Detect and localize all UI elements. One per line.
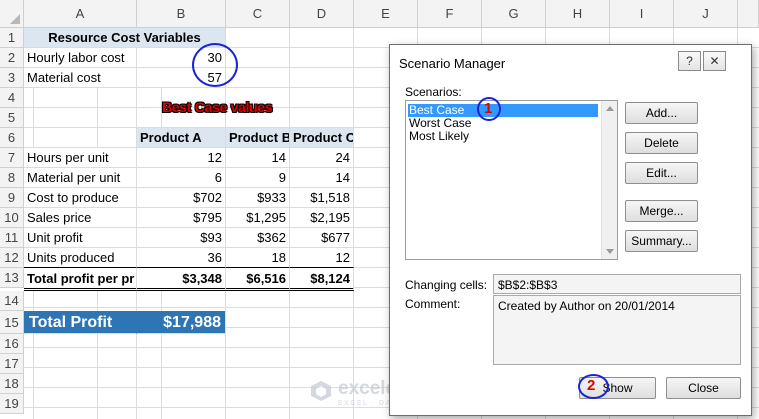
row-header-15[interactable]: 15 (0, 311, 24, 334)
row-header-11[interactable]: 11 (0, 228, 24, 248)
table-row-label[interactable]: Hours per unit (24, 148, 137, 168)
changing-cells-label: Changing cells: (405, 278, 488, 292)
table-row-label[interactable]: Units produced (24, 248, 137, 268)
table-cell[interactable]: $93 (137, 228, 226, 248)
column-header-c[interactable]: C (226, 0, 290, 28)
annotation-ring-values (192, 43, 238, 87)
close-button[interactable]: Close (666, 377, 741, 399)
row-header-8[interactable]: 8 (0, 168, 24, 188)
cell-a2[interactable]: Hourly labor cost (24, 48, 137, 68)
comment-label: Comment: (405, 297, 461, 311)
table-row-label[interactable]: Unit profit (24, 228, 137, 248)
column-header-e[interactable]: E (354, 0, 418, 28)
table-row-label[interactable]: Cost to produce (24, 188, 137, 208)
table-cell[interactable]: $2,195 (290, 208, 354, 228)
table-cell[interactable]: $702 (137, 188, 226, 208)
row-header-5[interactable]: 5 (0, 108, 24, 128)
row-header-9[interactable]: 9 (0, 188, 24, 208)
total-profit-label[interactable]: Total Profit (24, 311, 137, 334)
row-header-14[interactable]: 14 (0, 291, 24, 311)
table-cell[interactable]: $677 (290, 228, 354, 248)
table-cell[interactable]: $795 (137, 208, 226, 228)
table-row-label[interactable]: Total profit per pr (24, 268, 137, 291)
column-header-f[interactable]: F (418, 0, 482, 28)
best-case-banner: Best Case values (162, 99, 273, 115)
table-cell[interactable]: $362 (226, 228, 290, 248)
product-a-header[interactable]: Product A (137, 128, 226, 148)
column-header-b[interactable]: B (137, 0, 226, 28)
table-cell[interactable]: $8,124 (290, 268, 354, 291)
close-icon[interactable]: ✕ (703, 51, 726, 71)
annotation-step-2: 2 (587, 377, 596, 394)
row-header-1[interactable]: 1 (0, 28, 24, 48)
exceldemy-logo-icon (311, 381, 331, 401)
row-header-6[interactable]: 6 (0, 128, 24, 148)
table-row-label[interactable]: Material per unit (24, 168, 137, 188)
column-header-d[interactable]: D (290, 0, 354, 28)
row-header-13[interactable]: 13 (0, 268, 24, 288)
cell-a3[interactable]: Material cost (24, 68, 137, 88)
table-cell[interactable]: 12 (137, 148, 226, 168)
changing-cells-field: $B$2:$B$3 (493, 274, 741, 294)
select-all-corner[interactable] (0, 0, 24, 28)
column-header-h[interactable]: H (546, 0, 610, 28)
delete-button[interactable]: Delete (625, 132, 698, 154)
table-cell[interactable]: 9 (226, 168, 290, 188)
table-cell[interactable]: $3,348 (137, 268, 226, 291)
table-cell[interactable]: $1,518 (290, 188, 354, 208)
column-header-g[interactable]: G (482, 0, 546, 28)
table-cell[interactable]: 18 (226, 248, 290, 268)
row-header-10[interactable]: 10 (0, 208, 24, 228)
product-c-header[interactable]: Product C (290, 128, 354, 148)
table-cell[interactable]: 24 (290, 148, 354, 168)
table-cell[interactable]: $933 (226, 188, 290, 208)
row-header-4[interactable]: 4 (0, 88, 24, 108)
table-cell[interactable]: $6,516 (226, 268, 290, 291)
help-button[interactable]: ? (678, 51, 701, 71)
annotation-step-1: 1 (484, 100, 493, 117)
table-cell[interactable]: 14 (290, 168, 354, 188)
scenarios-listbox[interactable]: Best Case Worst Case Most Likely (405, 100, 618, 260)
table-cell[interactable]: $1,295 (226, 208, 290, 228)
column-header-i[interactable]: I (610, 0, 674, 28)
dialog-title: Scenario Manager (399, 56, 506, 71)
merge-button[interactable]: Merge... (625, 200, 698, 222)
row-header-18[interactable]: 18 (0, 374, 24, 394)
comment-field: Created by Author on 20/01/2014 (493, 295, 741, 365)
product-b-header[interactable]: Product B (226, 128, 290, 148)
row-header-7[interactable]: 7 (0, 148, 24, 168)
row-header-3[interactable]: 3 (0, 68, 24, 88)
column-header-j[interactable]: J (674, 0, 738, 28)
list-item-most-likely[interactable]: Most Likely (408, 130, 469, 143)
table-cell[interactable]: 6 (137, 168, 226, 188)
add-button[interactable]: Add... (625, 102, 698, 124)
row-header-12[interactable]: 12 (0, 248, 24, 268)
column-header-a[interactable]: A (24, 0, 137, 28)
row-header-19[interactable]: 19 (0, 394, 24, 414)
scroll-up-arrow-icon[interactable] (606, 106, 614, 111)
resource-cost-header[interactable]: Resource Cost Variables (24, 28, 226, 48)
column-header-k[interactable] (738, 0, 759, 28)
scenario-manager-dialog[interactable]: Scenario Manager ? ✕ Scenarios: Best Cas… (389, 44, 752, 416)
row-header-17[interactable]: 17 (0, 354, 24, 374)
scroll-down-arrow-icon[interactable] (606, 249, 614, 254)
table-cell[interactable]: 12 (290, 248, 354, 268)
edit-button[interactable]: Edit... (625, 162, 698, 184)
summary-button[interactable]: Summary... (625, 230, 698, 252)
row-header-2[interactable]: 2 (0, 48, 24, 68)
scenarios-label: Scenarios: (405, 85, 462, 99)
row-header-16[interactable]: 16 (0, 334, 24, 354)
table-cell[interactable]: 36 (137, 248, 226, 268)
table-cell[interactable]: 14 (226, 148, 290, 168)
total-profit-value[interactable]: $17,988 (137, 311, 226, 334)
scenarios-scrollbar[interactable] (601, 101, 617, 259)
table-row-label[interactable]: Sales price (24, 208, 137, 228)
